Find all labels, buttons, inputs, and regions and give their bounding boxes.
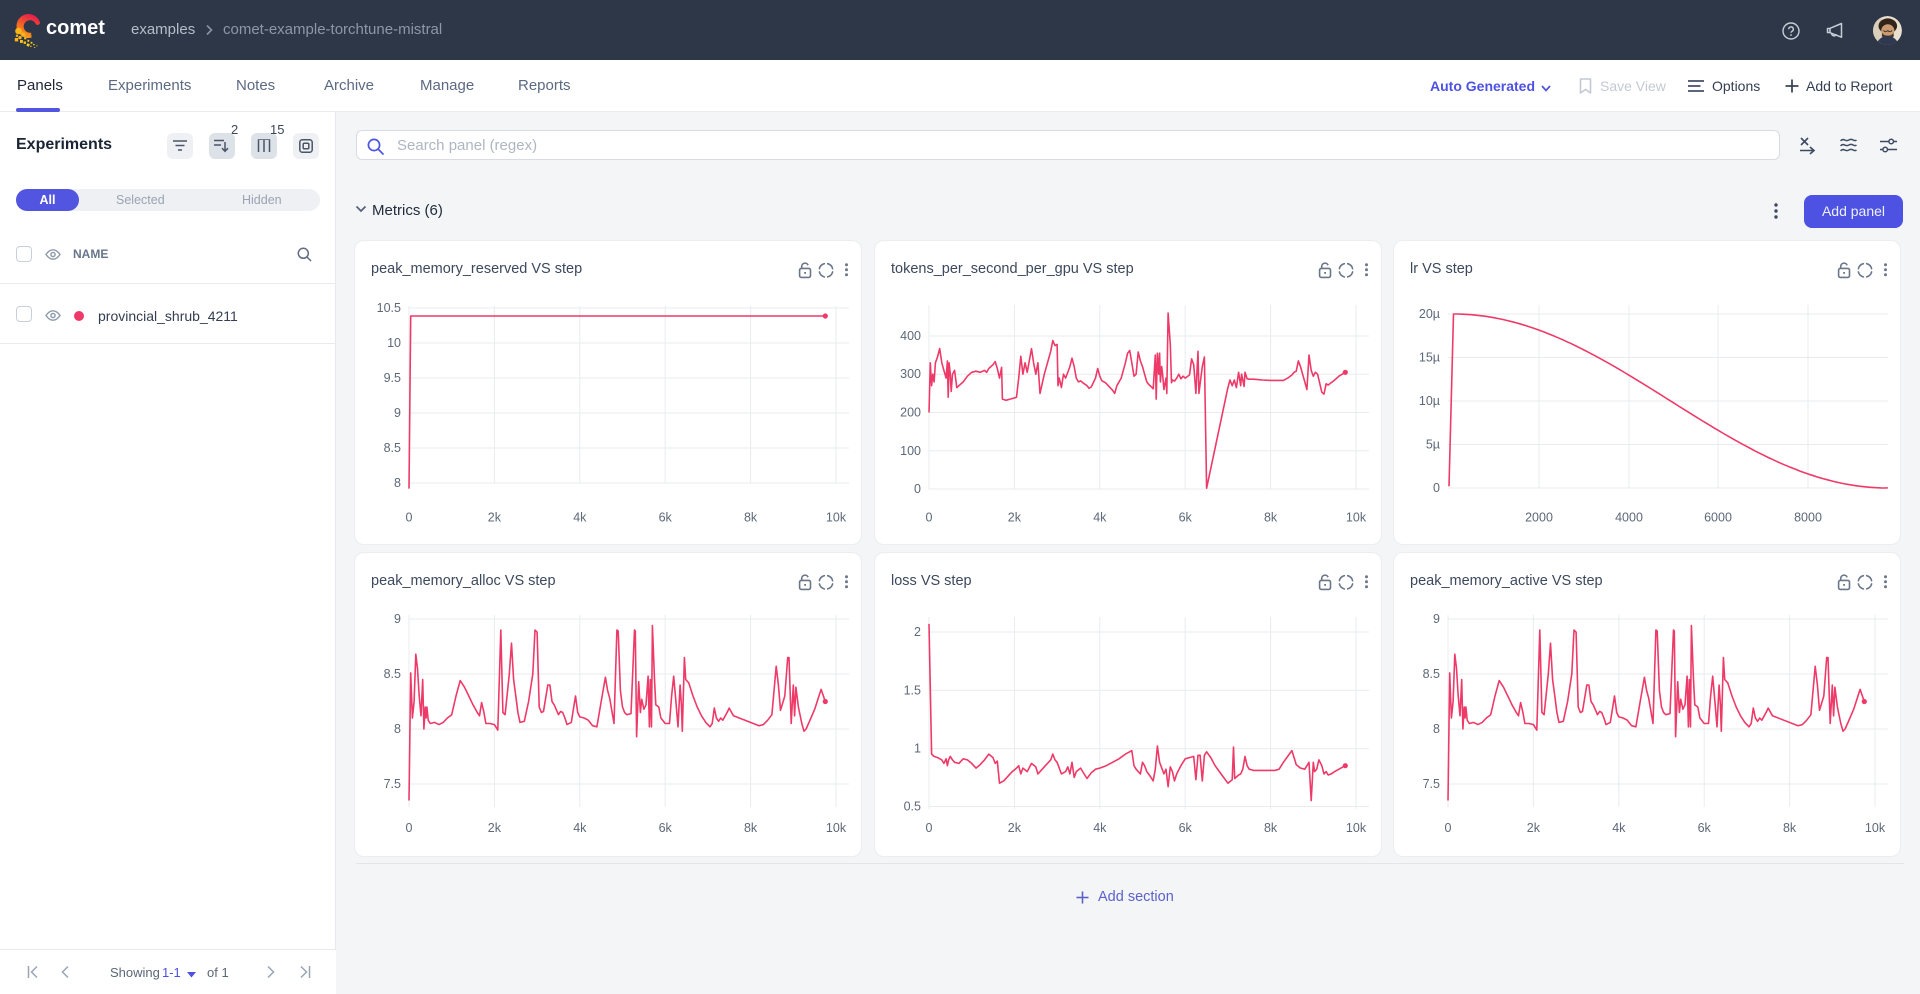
svg-text:6000: 6000 [1704,511,1732,525]
svg-text:1.5: 1.5 [904,683,921,697]
svg-text:8.5: 8.5 [1423,667,1440,681]
svg-text:6k: 6k [1698,821,1712,835]
svg-text:8k: 8k [744,511,758,525]
svg-text:8k: 8k [744,821,758,835]
svg-text:6k: 6k [1179,511,1193,525]
svg-text:8: 8 [394,722,401,736]
svg-text:8: 8 [394,476,401,490]
svg-text:8: 8 [1433,722,1440,736]
svg-text:10k: 10k [1865,821,1886,835]
svg-text:0: 0 [1445,821,1452,835]
svg-text:10.5: 10.5 [377,301,401,315]
svg-text:8000: 8000 [1794,511,1822,525]
svg-text:9: 9 [394,612,401,626]
svg-text:9: 9 [1433,612,1440,626]
svg-text:2000: 2000 [1525,511,1553,525]
svg-text:300: 300 [900,367,921,381]
svg-text:10k: 10k [826,511,847,525]
svg-text:15µ: 15µ [1419,351,1440,365]
svg-text:9: 9 [394,406,401,420]
svg-text:0: 0 [406,511,413,525]
svg-text:8.5: 8.5 [384,667,401,681]
svg-text:400: 400 [900,329,921,343]
svg-text:2: 2 [914,625,921,639]
svg-text:2k: 2k [488,511,502,525]
svg-text:200: 200 [900,406,921,420]
svg-text:0.5: 0.5 [904,800,921,814]
svg-text:8k: 8k [1264,511,1278,525]
svg-text:7.5: 7.5 [384,777,401,791]
svg-text:4k: 4k [1093,821,1107,835]
svg-text:6k: 6k [1179,821,1193,835]
svg-text:2k: 2k [1527,821,1541,835]
svg-text:9.5: 9.5 [384,371,401,385]
svg-text:2k: 2k [488,821,502,835]
svg-text:0: 0 [926,821,933,835]
svg-text:4k: 4k [573,511,587,525]
svg-text:8k: 8k [1264,821,1278,835]
svg-text:4000: 4000 [1615,511,1643,525]
svg-text:8.5: 8.5 [384,441,401,455]
svg-text:5µ: 5µ [1426,438,1440,452]
svg-text:0: 0 [406,821,413,835]
svg-text:10k: 10k [1346,821,1367,835]
svg-text:0: 0 [926,511,933,525]
svg-text:8k: 8k [1783,821,1797,835]
svg-text:7.5: 7.5 [1423,777,1440,791]
svg-text:100: 100 [900,444,921,458]
svg-text:4k: 4k [573,821,587,835]
svg-text:6k: 6k [659,511,673,525]
svg-text:10µ: 10µ [1419,394,1440,408]
svg-text:0: 0 [914,482,921,496]
svg-text:2k: 2k [1008,821,1022,835]
svg-text:4k: 4k [1612,821,1626,835]
svg-text:10k: 10k [826,821,847,835]
svg-text:6k: 6k [659,821,673,835]
svg-text:10k: 10k [1346,511,1367,525]
svg-text:0: 0 [1433,481,1440,495]
svg-text:4k: 4k [1093,511,1107,525]
svg-text:2k: 2k [1008,511,1022,525]
svg-text:1: 1 [914,742,921,756]
svg-text:20µ: 20µ [1419,307,1440,321]
svg-text:10: 10 [387,336,401,350]
